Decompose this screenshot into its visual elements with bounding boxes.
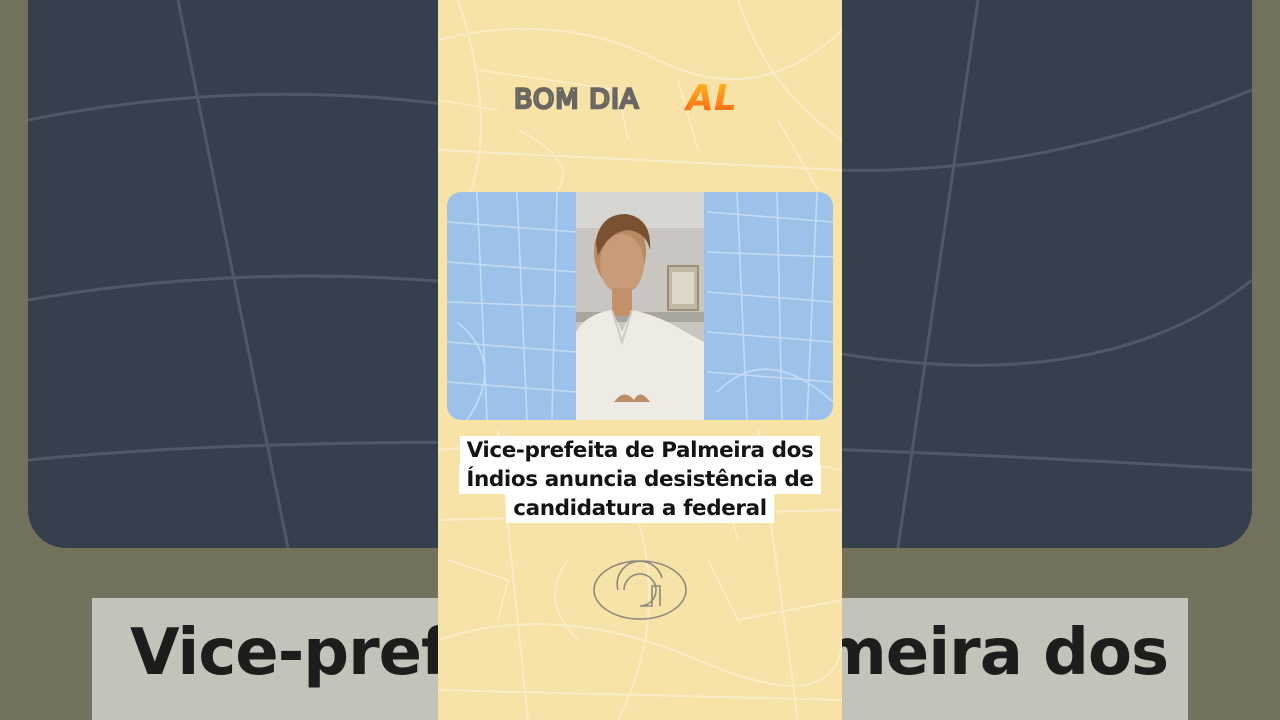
video-frame[interactable]: BOM DIA AL Vice-prefeita de Palmeira dos… [438,0,842,720]
woman-portrait-image [576,192,704,420]
headline-caption: Vice-prefeita de Palmeira dos Índios anu… [438,436,842,523]
headline-line-3: candidatura a federal [506,494,774,523]
svg-text:BOM DIA: BOM DIA [514,84,639,115]
g1-globo-icon [593,560,687,620]
headline-line-2: Índios anuncia desistência de [459,465,821,494]
interviewee-video [576,192,704,420]
headline-line-1: Vice-prefeita de Palmeira dos [459,436,821,465]
bom-dia-al-logo: BOM DIA AL [514,78,737,118]
svg-text:AL: AL [683,78,737,118]
